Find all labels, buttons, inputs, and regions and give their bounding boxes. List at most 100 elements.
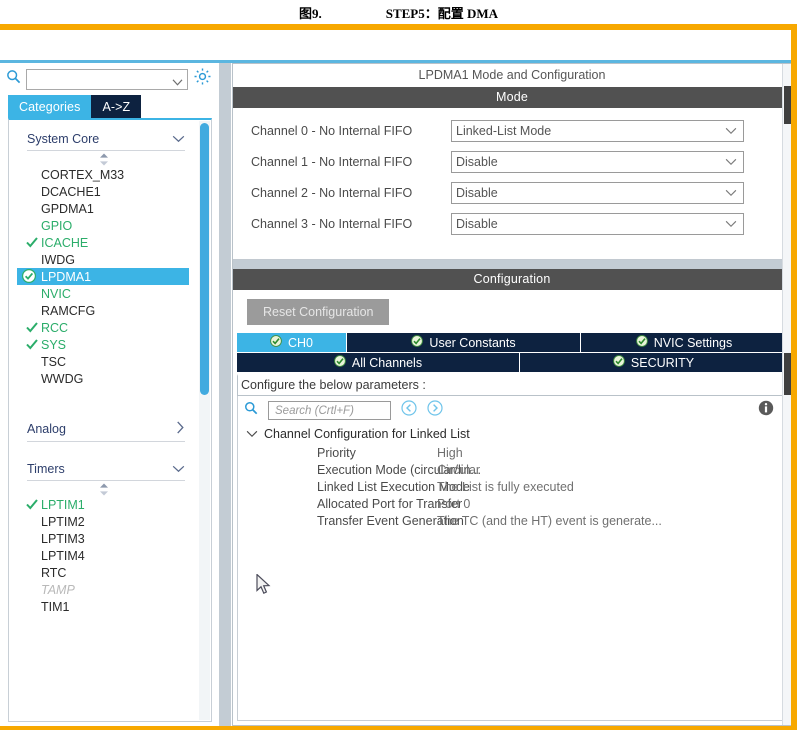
check-circle-icon xyxy=(334,355,346,370)
tree-item-gpdma1[interactable]: GPDMA1 xyxy=(9,200,199,217)
configuration-scrollbar-thumb-lower[interactable] xyxy=(784,353,791,395)
tree-item-cortex-m33[interactable]: CORTEX_M33 xyxy=(9,166,199,183)
check-icon xyxy=(25,320,39,334)
chevron-down-icon xyxy=(725,124,737,138)
tree-item-label: LPTIM4 xyxy=(41,548,85,563)
tab-label: CH0 xyxy=(287,335,313,350)
tree-item-tim1[interactable]: TIM1 xyxy=(9,598,199,615)
channel-1-mode-select[interactable]: Disable xyxy=(451,151,744,173)
component-search-box[interactable] xyxy=(26,68,188,92)
tree-item-label: ICACHE xyxy=(41,235,89,250)
chevron-down-icon[interactable] xyxy=(172,74,183,92)
parameter-name: Allocated Port for Transfer xyxy=(317,496,463,511)
parameter-name: Transfer Event Generation xyxy=(317,513,464,528)
group-label: Analog xyxy=(27,422,66,436)
group-label: Timers xyxy=(27,462,65,476)
chevron-down-icon[interactable] xyxy=(246,427,258,441)
tab-ch0[interactable]: CH0 xyxy=(237,333,347,352)
channel-row-1: Channel 1 - No Internal FIFO Disable xyxy=(251,151,773,173)
tree-item-lptim2[interactable]: LPTIM2 xyxy=(9,513,199,530)
group-header-system-core[interactable]: System Core xyxy=(27,132,185,151)
configuration-scrollbar[interactable] xyxy=(782,64,791,725)
tree-item-label: NVIC xyxy=(41,286,71,301)
parameter-group-channel-config[interactable]: Channel Configuration for Linked List xyxy=(238,426,786,444)
check-circle-icon xyxy=(21,268,37,284)
configuration-scrollbar-thumb-upper[interactable] xyxy=(784,86,791,124)
channel-2-mode-value: Disable xyxy=(456,186,498,200)
parameter-search-box[interactable] xyxy=(268,401,391,420)
parameter-row-priority[interactable]: Priority High xyxy=(238,444,786,461)
check-circle-icon xyxy=(411,335,424,350)
tree-item-rcc[interactable]: RCC xyxy=(9,319,199,336)
tab-user-constants[interactable]: User Constants xyxy=(347,333,581,352)
mouse-pointer-icon xyxy=(256,573,273,602)
tree-item-wwdg[interactable]: WWDG xyxy=(9,370,199,387)
tree-item-iwdg[interactable]: IWDG xyxy=(9,251,199,268)
tab-categories[interactable]: Categories xyxy=(8,95,92,118)
check-icon xyxy=(25,235,39,249)
check-circle-icon xyxy=(635,335,648,350)
tree-item-sys[interactable]: SYS xyxy=(9,336,199,353)
tree-item-nvic[interactable]: NVIC xyxy=(9,285,199,302)
sidebar-scrollbar[interactable] xyxy=(199,121,210,720)
tree-item-label: IWDG xyxy=(41,252,76,267)
tree-item-tsc[interactable]: TSC xyxy=(9,353,199,370)
tree-item-label: LPTIM1 xyxy=(41,497,85,512)
tree-item-lpdma1[interactable]: LPDMA1 xyxy=(17,268,189,285)
tree-item-label: GPIO xyxy=(41,218,73,233)
component-tree: System Core CORTEX_M33 DCACHE1 GPDMA1 GP… xyxy=(9,120,199,721)
configuration-panel: LPDMA1 Mode and Configuration Mode Chann… xyxy=(232,63,791,726)
tree-item-label: RAMCFG xyxy=(41,303,96,318)
tab-label: SECURITY xyxy=(630,355,695,370)
channel-row-0: Channel 0 - No Internal FIFO Linked-List… xyxy=(251,120,773,142)
parameter-row-transfer-event-generation[interactable]: Transfer Event Generation The TC (and th… xyxy=(238,512,786,529)
tree-item-lptim3[interactable]: LPTIM3 xyxy=(9,530,199,547)
tree-item-ramcfg[interactable]: RAMCFG xyxy=(9,302,199,319)
channel-0-mode-select[interactable]: Linked-List Mode xyxy=(451,120,744,142)
tree-item-label: LPTIM2 xyxy=(41,514,85,529)
reset-configuration-button[interactable]: Reset Configuration xyxy=(247,299,390,325)
tree-item-tamp[interactable]: TAMP xyxy=(9,581,199,598)
tree-item-label: RTC xyxy=(41,565,67,580)
group-header-analog[interactable]: Analog xyxy=(27,421,185,442)
parameter-row-allocated-port[interactable]: Allocated Port for Transfer Port 0 xyxy=(238,495,786,512)
channel-2-mode-select[interactable]: Disable xyxy=(451,182,744,204)
sidebar-scrollbar-thumb[interactable] xyxy=(200,123,209,395)
channel-3-mode-select[interactable]: Disable xyxy=(451,213,744,235)
configuration-section-header: Configuration xyxy=(233,269,791,290)
tree-item-icache[interactable]: ICACHE xyxy=(9,234,199,251)
panel-splitter[interactable] xyxy=(218,63,232,726)
parameter-value: Circular xyxy=(437,462,481,477)
group-header-timers[interactable]: Timers xyxy=(27,462,185,481)
section-divider xyxy=(233,260,791,269)
channel-3-mode-value: Disable xyxy=(456,217,498,231)
tree-item-lptim4[interactable]: LPTIM4 xyxy=(9,547,199,564)
tree-item-lptim1[interactable]: LPTIM1 xyxy=(9,496,199,513)
component-search-input[interactable] xyxy=(27,69,187,89)
check-icon xyxy=(25,337,39,351)
tree-item-label: WWDG xyxy=(41,371,84,386)
tree-item-label: RCC xyxy=(41,320,69,335)
tab-nvic-settings[interactable]: NVIC Settings xyxy=(581,333,787,352)
scroll-spinner[interactable] xyxy=(9,483,199,496)
tab-a-to-z[interactable]: A->Z xyxy=(91,95,142,118)
check-circle-icon xyxy=(613,355,625,370)
tree-item-label: LPDMA1 xyxy=(41,269,92,284)
tree-item-rtc[interactable]: RTC xyxy=(9,564,199,581)
sidebar-search-row xyxy=(0,63,218,92)
tab-all-channels[interactable]: All Channels xyxy=(237,353,520,372)
parameter-row-execution-mode[interactable]: Execution Mode (circular/lin... Circular xyxy=(238,461,786,478)
gear-icon[interactable] xyxy=(193,67,214,91)
parameter-value: Port 0 xyxy=(437,496,471,511)
tab-security[interactable]: SECURITY xyxy=(520,353,787,372)
parameter-row-linked-list-execution-mode[interactable]: Linked List Execution Mode The List is f… xyxy=(238,478,786,495)
channel-0-label: Channel 0 - No Internal FIFO xyxy=(251,124,413,138)
parameter-search-input[interactable] xyxy=(273,403,390,418)
tree-item-gpio[interactable]: GPIO xyxy=(9,217,199,234)
chevron-right-circle-icon[interactable] xyxy=(427,400,443,421)
info-icon[interactable] xyxy=(758,400,774,421)
scroll-spinner[interactable] xyxy=(9,153,199,166)
tree-item-dcache1[interactable]: DCACHE1 xyxy=(9,183,199,200)
chevron-left-circle-icon[interactable] xyxy=(401,400,417,421)
